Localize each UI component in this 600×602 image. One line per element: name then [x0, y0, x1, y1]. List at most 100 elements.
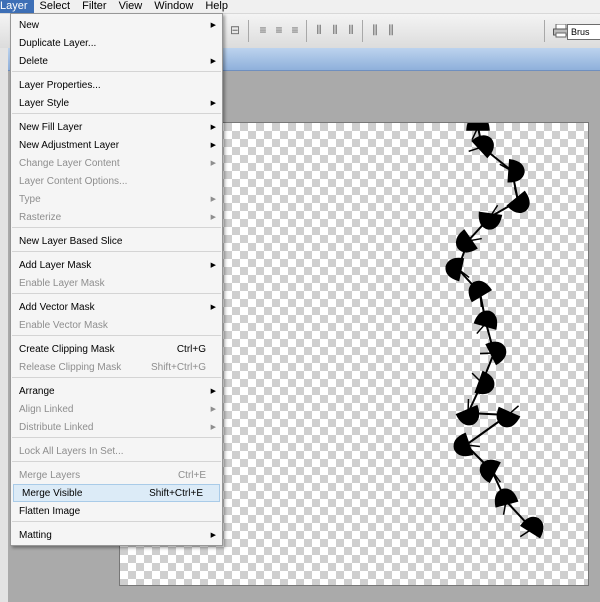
menu-item-label: Align Linked: [19, 404, 74, 415]
menu-item-label: Layer Properties...: [19, 80, 101, 91]
petal-mark: [507, 158, 525, 183]
menu-item-new-adjustment-layer[interactable]: New Adjustment Layer ▶: [11, 137, 222, 155]
menu-item-layer-content-options: Layer Content Options...: [11, 173, 222, 191]
menu-separator: [12, 377, 221, 378]
menu-item-label: New Fill Layer: [19, 122, 83, 133]
menu-separator: [12, 521, 221, 522]
menu-item-label: Layer Content Options...: [19, 176, 128, 187]
brush-preset-field[interactable]: Brus: [567, 24, 600, 40]
toolbar-separator: [306, 20, 307, 42]
menu-separator: [12, 335, 221, 336]
menu-separator: [12, 461, 221, 462]
distribute-v-icon[interactable]: ⫼: [384, 23, 398, 37]
menu-item-create-clipping-mask[interactable]: Create Clipping Mask Ctrl+G: [11, 341, 222, 359]
menu-select[interactable]: Select: [34, 0, 77, 13]
menu-item-merge-layers: Merge Layers Ctrl+E: [11, 467, 222, 485]
petal-mark: [455, 404, 480, 426]
menu-item-new-layer-based-slice[interactable]: New Layer Based Slice: [11, 233, 222, 251]
triangle-right-icon: ▶: [210, 100, 216, 107]
align-top-icon[interactable]: ≡: [256, 23, 270, 37]
align-bottom-icon[interactable]: ≡: [288, 23, 302, 37]
triangle-right-icon: ▶: [210, 142, 216, 149]
menu-item-new[interactable]: New ▶: [11, 17, 222, 35]
menu-bar: Layer Select Filter View Window Help: [0, 0, 600, 14]
toolbar-separator: [248, 20, 249, 42]
menu-item-type: Type ▶: [11, 191, 222, 209]
menu-item-enable-layer-mask: Enable Layer Mask: [11, 275, 222, 293]
menu-item-label: Arrange: [19, 386, 55, 397]
triangle-right-icon: ▶: [210, 22, 216, 29]
triangle-right-icon: ▶: [210, 532, 216, 539]
triangle-right-icon: ▶: [210, 58, 216, 65]
distribute-right-icon[interactable]: ⫴: [344, 23, 358, 37]
menu-help[interactable]: Help: [199, 0, 234, 13]
menu-item-label: Merge Visible: [22, 488, 83, 499]
menu-item-rasterize: Rasterize ▶: [11, 209, 222, 227]
menu-separator: [12, 113, 221, 114]
menu-item-label: Distribute Linked: [19, 422, 94, 433]
menu-filter[interactable]: Filter: [76, 0, 112, 13]
menu-item-layer-style[interactable]: Layer Style ▶: [11, 95, 222, 113]
petal-mark: [485, 341, 507, 366]
menu-item-delete[interactable]: Delete ▶: [11, 53, 222, 71]
menu-item-label: New: [19, 20, 40, 31]
menu-item-duplicate-layer[interactable]: Duplicate Layer...: [11, 35, 222, 53]
menu-item-label: Layer Style: [19, 98, 70, 109]
menu-item-label: Delete: [19, 56, 48, 67]
menu-item-label: Create Clipping Mask: [19, 344, 115, 355]
menu-layer[interactable]: Layer: [0, 0, 34, 13]
menu-item-shortcut: Ctrl+E: [177, 470, 206, 481]
petal-mark: [474, 370, 495, 395]
menu-item-distribute-linked: Distribute Linked ▶: [11, 419, 222, 437]
triangle-right-icon: ▶: [210, 262, 216, 269]
menu-view[interactable]: View: [113, 0, 149, 13]
menu-item-label: Add Vector Mask: [19, 302, 95, 313]
triangle-right-icon: ▶: [210, 388, 216, 395]
menu-item-label: Enable Vector Mask: [19, 320, 108, 331]
toolbar-separator: [544, 20, 545, 42]
menu-item-align-linked: Align Linked ▶: [11, 401, 222, 419]
menu-separator: [12, 71, 221, 72]
menu-window[interactable]: Window: [148, 0, 199, 13]
triangle-right-icon: ▶: [210, 406, 216, 413]
align-vcenter-icon[interactable]: ≡: [272, 23, 286, 37]
menu-item-layer-properties[interactable]: Layer Properties...: [11, 77, 222, 95]
menu-item-label: Release Clipping Mask: [19, 362, 122, 373]
layer-dropdown-menu: New ▶ Duplicate Layer... Delete ▶ Layer Prope…: [10, 13, 223, 546]
menu-item-add-layer-mask[interactable]: Add Layer Mask ▶: [11, 257, 222, 275]
menu-separator: [12, 227, 221, 228]
triangle-right-icon: ▶: [210, 160, 216, 167]
menu-item-matting[interactable]: Matting ▶: [11, 527, 222, 545]
menu-item-lock-all-layers-in-set: Lock All Layers In Set...: [11, 443, 222, 461]
menu-separator: [12, 293, 221, 294]
menu-separator: [12, 437, 221, 438]
distribute-h-icon[interactable]: ⫼: [368, 23, 382, 37]
toolbar-separator: [362, 20, 363, 42]
petal-mark: [453, 432, 474, 457]
distribute-left-icon[interactable]: ⫴: [312, 23, 326, 37]
distribute-center-icon[interactable]: ⫴: [328, 23, 342, 37]
triangle-right-icon: ▶: [210, 196, 216, 203]
menu-item-label: Flatten Image: [19, 506, 81, 517]
menu-item-flatten-image[interactable]: Flatten Image: [11, 503, 222, 521]
menu-item-shortcut: Shift+Ctrl+E: [149, 488, 203, 499]
triangle-right-icon: ▶: [210, 304, 216, 311]
menu-item-shortcut: Shift+Ctrl+G: [150, 362, 206, 373]
triangle-right-icon: ▶: [210, 214, 216, 221]
menu-item-label: Duplicate Layer...: [19, 38, 97, 49]
menu-item-release-clipping-mask: Release Clipping Mask Shift+Ctrl+G: [11, 359, 222, 377]
align-icon[interactable]: ⊟: [228, 23, 242, 37]
triangle-right-icon: ▶: [210, 124, 216, 131]
menu-item-label: Type: [19, 194, 41, 205]
menu-item-label: New Adjustment Layer: [19, 140, 120, 151]
menu-item-label: Rasterize: [19, 212, 62, 223]
triangle-right-icon: ▶: [210, 424, 216, 431]
menu-item-label: Lock All Layers In Set...: [19, 446, 124, 457]
menu-item-arrange[interactable]: Arrange ▶: [11, 383, 222, 401]
menu-item-new-fill-layer[interactable]: New Fill Layer ▶: [11, 119, 222, 137]
petal-mark: [471, 135, 494, 159]
menu-item-merge-visible[interactable]: Merge Visible Shift+Ctrl+E: [13, 484, 220, 502]
menu-separator: [12, 251, 221, 252]
menu-item-label: Change Layer Content: [19, 158, 120, 169]
menu-item-add-vector-mask[interactable]: Add Vector Mask ▶: [11, 299, 222, 317]
